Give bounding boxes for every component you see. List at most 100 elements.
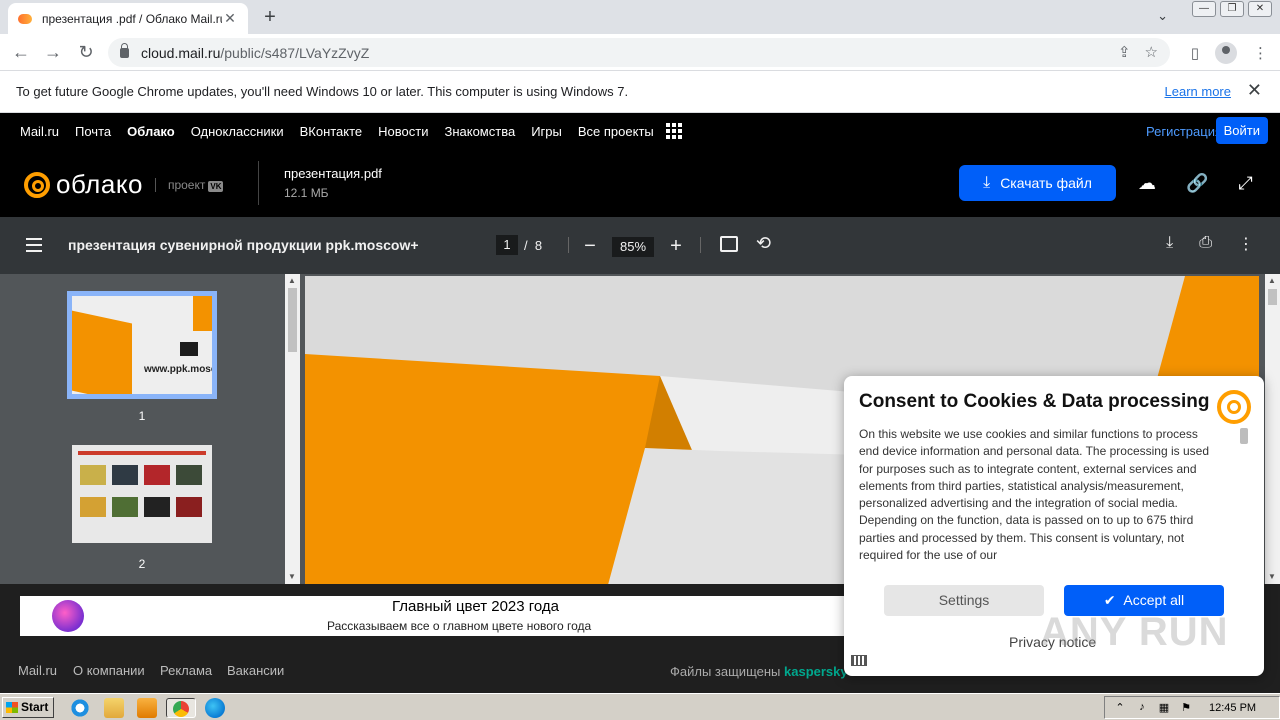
thumbnail-page-2[interactable] <box>72 445 212 543</box>
footer-link-ads[interactable]: Реклама <box>160 663 212 678</box>
project-label: проект VK <box>154 177 224 192</box>
promo-subtitle: Рассказываем все о главном цвете нового … <box>327 619 592 633</box>
file-name: презентация.pdf <box>284 166 382 181</box>
nav-mail[interactable]: Почта <box>75 124 111 139</box>
page-number-input[interactable]: 1 <box>496 235 518 255</box>
zoom-input[interactable]: 85% <box>612 236 654 257</box>
start-button[interactable]: Start <box>2 697 54 718</box>
reload-icon[interactable]: ↻ <box>75 41 97 63</box>
file-info: презентация.pdf 12.1 МБ <box>284 166 382 200</box>
minimize-button[interactable]: — <box>1192 1 1216 17</box>
check-icon: ✔ <box>1103 592 1116 608</box>
download-file-button[interactable]: ⤓ Скачать файл <box>959 165 1116 201</box>
zoom-out-button[interactable]: − <box>580 235 600 258</box>
fullscreen-icon[interactable]: ⤢ <box>1238 173 1252 194</box>
sidebar-scrollbar[interactable]: ▲ ▼ <box>285 274 300 584</box>
chrome-icon <box>173 701 189 717</box>
close-tab-icon[interactable]: ✕ <box>222 10 238 27</box>
menu-icon[interactable] <box>26 238 42 256</box>
file-size: 12.1 МБ <box>284 186 329 200</box>
footer-link-mailru[interactable]: Mail.ru <box>18 663 57 678</box>
cloud-favicon-icon <box>18 13 32 24</box>
media-player-icon[interactable] <box>137 698 157 718</box>
nav-games[interactable]: Игры <box>531 124 562 139</box>
pdf-more-icon[interactable]: ⋮ <box>1238 234 1254 254</box>
nav-all-projects[interactable]: Все проекты <box>578 124 654 139</box>
back-icon[interactable]: ← <box>10 41 32 63</box>
consent-body: On this website we use cookies and simil… <box>859 427 1209 562</box>
address-bar[interactable]: cloud.mail.ru/public/s487/LVaYzZvyZ ⇪ ☆ <box>108 38 1170 67</box>
edge-icon[interactable] <box>205 698 225 718</box>
bookmark-star-icon[interactable]: ☆ <box>1145 43 1158 61</box>
save-to-cloud-icon[interactable]: ☁ <box>1138 173 1156 194</box>
nav-cloud[interactable]: Облако <box>127 124 175 139</box>
tab-strip: презентация .pdf / Облако Mail.ru ✕ + ⌄ … <box>0 0 1280 34</box>
thumbnail-page-1[interactable]: www.ppk.moscow <box>67 291 217 399</box>
at-logo-icon <box>24 171 50 198</box>
consent-scrollbar[interactable] <box>1240 428 1248 444</box>
url-host: cloud.mail.ru <box>141 44 221 61</box>
url-path: /public/s487/LVaYzZvyZ <box>220 44 370 61</box>
new-tab-button[interactable]: + <box>260 6 280 29</box>
vk-badge: VK <box>208 180 224 192</box>
infobar-close-icon[interactable]: ✕ <box>1247 80 1262 101</box>
portal-nav: Mail.ru Почта Облако Одноклассники ВКонт… <box>0 113 1280 149</box>
zoom-in-button[interactable]: + <box>666 235 686 258</box>
print-icon[interactable]: ⎙ <box>1199 234 1212 254</box>
pdf-download-icon[interactable]: ⤓ <box>1166 234 1173 254</box>
footer-link-about[interactable]: О компании <box>73 663 145 678</box>
tray-sound-icon[interactable]: ♪ <box>1135 701 1149 715</box>
side-panel-icon[interactable]: ▯ <box>1191 44 1199 62</box>
ppk-logo-icon <box>180 342 198 356</box>
explorer-icon[interactable] <box>104 698 124 718</box>
ie-icon[interactable] <box>70 698 90 718</box>
tray-flag-icon[interactable]: ⚑ <box>1179 701 1193 715</box>
login-button[interactable]: Войти <box>1215 117 1268 144</box>
fit-page-icon[interactable] <box>720 236 738 252</box>
rotate-icon[interactable]: ⟲ <box>756 233 771 254</box>
browser-toolbar: ← → ↻ cloud.mail.ru/public/s487/LVaYzZvy… <box>0 34 1280 71</box>
share-icon[interactable]: ⇪ <box>1118 43 1131 61</box>
nav-ok[interactable]: Одноклассники <box>191 124 284 139</box>
footer-link-jobs[interactable]: Вакансии <box>227 663 284 678</box>
profile-avatar[interactable] <box>1215 42 1237 64</box>
language-flag-icon[interactable] <box>851 655 867 666</box>
consent-title: Consent to Cookies & Data processing <box>859 391 1210 412</box>
nav-dating[interactable]: Знакомства <box>444 124 515 139</box>
lock-icon[interactable] <box>120 42 129 58</box>
kaspersky-protection-note: Файлы защищены kaspersky <box>670 664 848 679</box>
document-title: презентация сувенирной продукции ppk.mos… <box>68 237 419 253</box>
tab-title: презентация .pdf / Облако Mail.ru <box>42 11 222 26</box>
nav-news[interactable]: Новости <box>378 124 428 139</box>
download-icon: ⤓ <box>983 174 991 191</box>
download-label: Скачать файл <box>1000 175 1092 191</box>
cloud-logo[interactable]: облако проект VK <box>24 169 224 200</box>
nav-vk[interactable]: ВКонтакте <box>300 124 363 139</box>
nav-mailru[interactable]: Mail.ru <box>20 124 59 139</box>
chrome-taskbar-button[interactable] <box>166 698 196 718</box>
register-link[interactable]: Регистрация <box>1146 124 1222 139</box>
kaspersky-brand: kaspersky <box>784 664 848 679</box>
forward-icon[interactable]: → <box>42 41 64 63</box>
promo-banner[interactable]: Главный цвет 2023 года Рассказываем все … <box>20 596 850 636</box>
thumbnail-number: 1 <box>138 409 146 423</box>
close-window-button[interactable]: ✕ <box>1248 1 1272 17</box>
thumbnail-number: 2 <box>138 557 146 571</box>
page-selector: 1 / 8 <box>496 235 542 255</box>
clock[interactable]: 12:45 PM <box>1209 702 1256 714</box>
tray-network-icon[interactable]: ▦ <box>1157 701 1171 715</box>
mailru-at-logo-icon <box>1217 390 1251 424</box>
browser-menu-icon[interactable]: ⋮ <box>1253 44 1268 62</box>
page-scrollbar[interactable]: ▲ ▼ <box>1265 274 1280 584</box>
thumbnail-sidebar: www.ppk.moscow 1 2 <box>0 274 300 584</box>
consent-settings-button[interactable]: Settings <box>884 585 1044 616</box>
apps-grid-icon[interactable] <box>665 123 682 139</box>
tray-expand-icon[interactable]: ⌃ <box>1113 701 1127 715</box>
tab-search-chevron-icon[interactable]: ⌄ <box>1157 8 1168 24</box>
browser-tab[interactable]: презентация .pdf / Облако Mail.ru ✕ <box>8 3 248 34</box>
link-icon[interactable]: 🔗 <box>1186 173 1208 194</box>
learn-more-link[interactable]: Learn more <box>1165 84 1231 99</box>
restore-button[interactable]: ❐ <box>1220 1 1244 17</box>
cloud-header: облако проект VK презентация.pdf 12.1 МБ … <box>0 149 1280 217</box>
zoom-controls: − 85% + <box>580 235 686 258</box>
